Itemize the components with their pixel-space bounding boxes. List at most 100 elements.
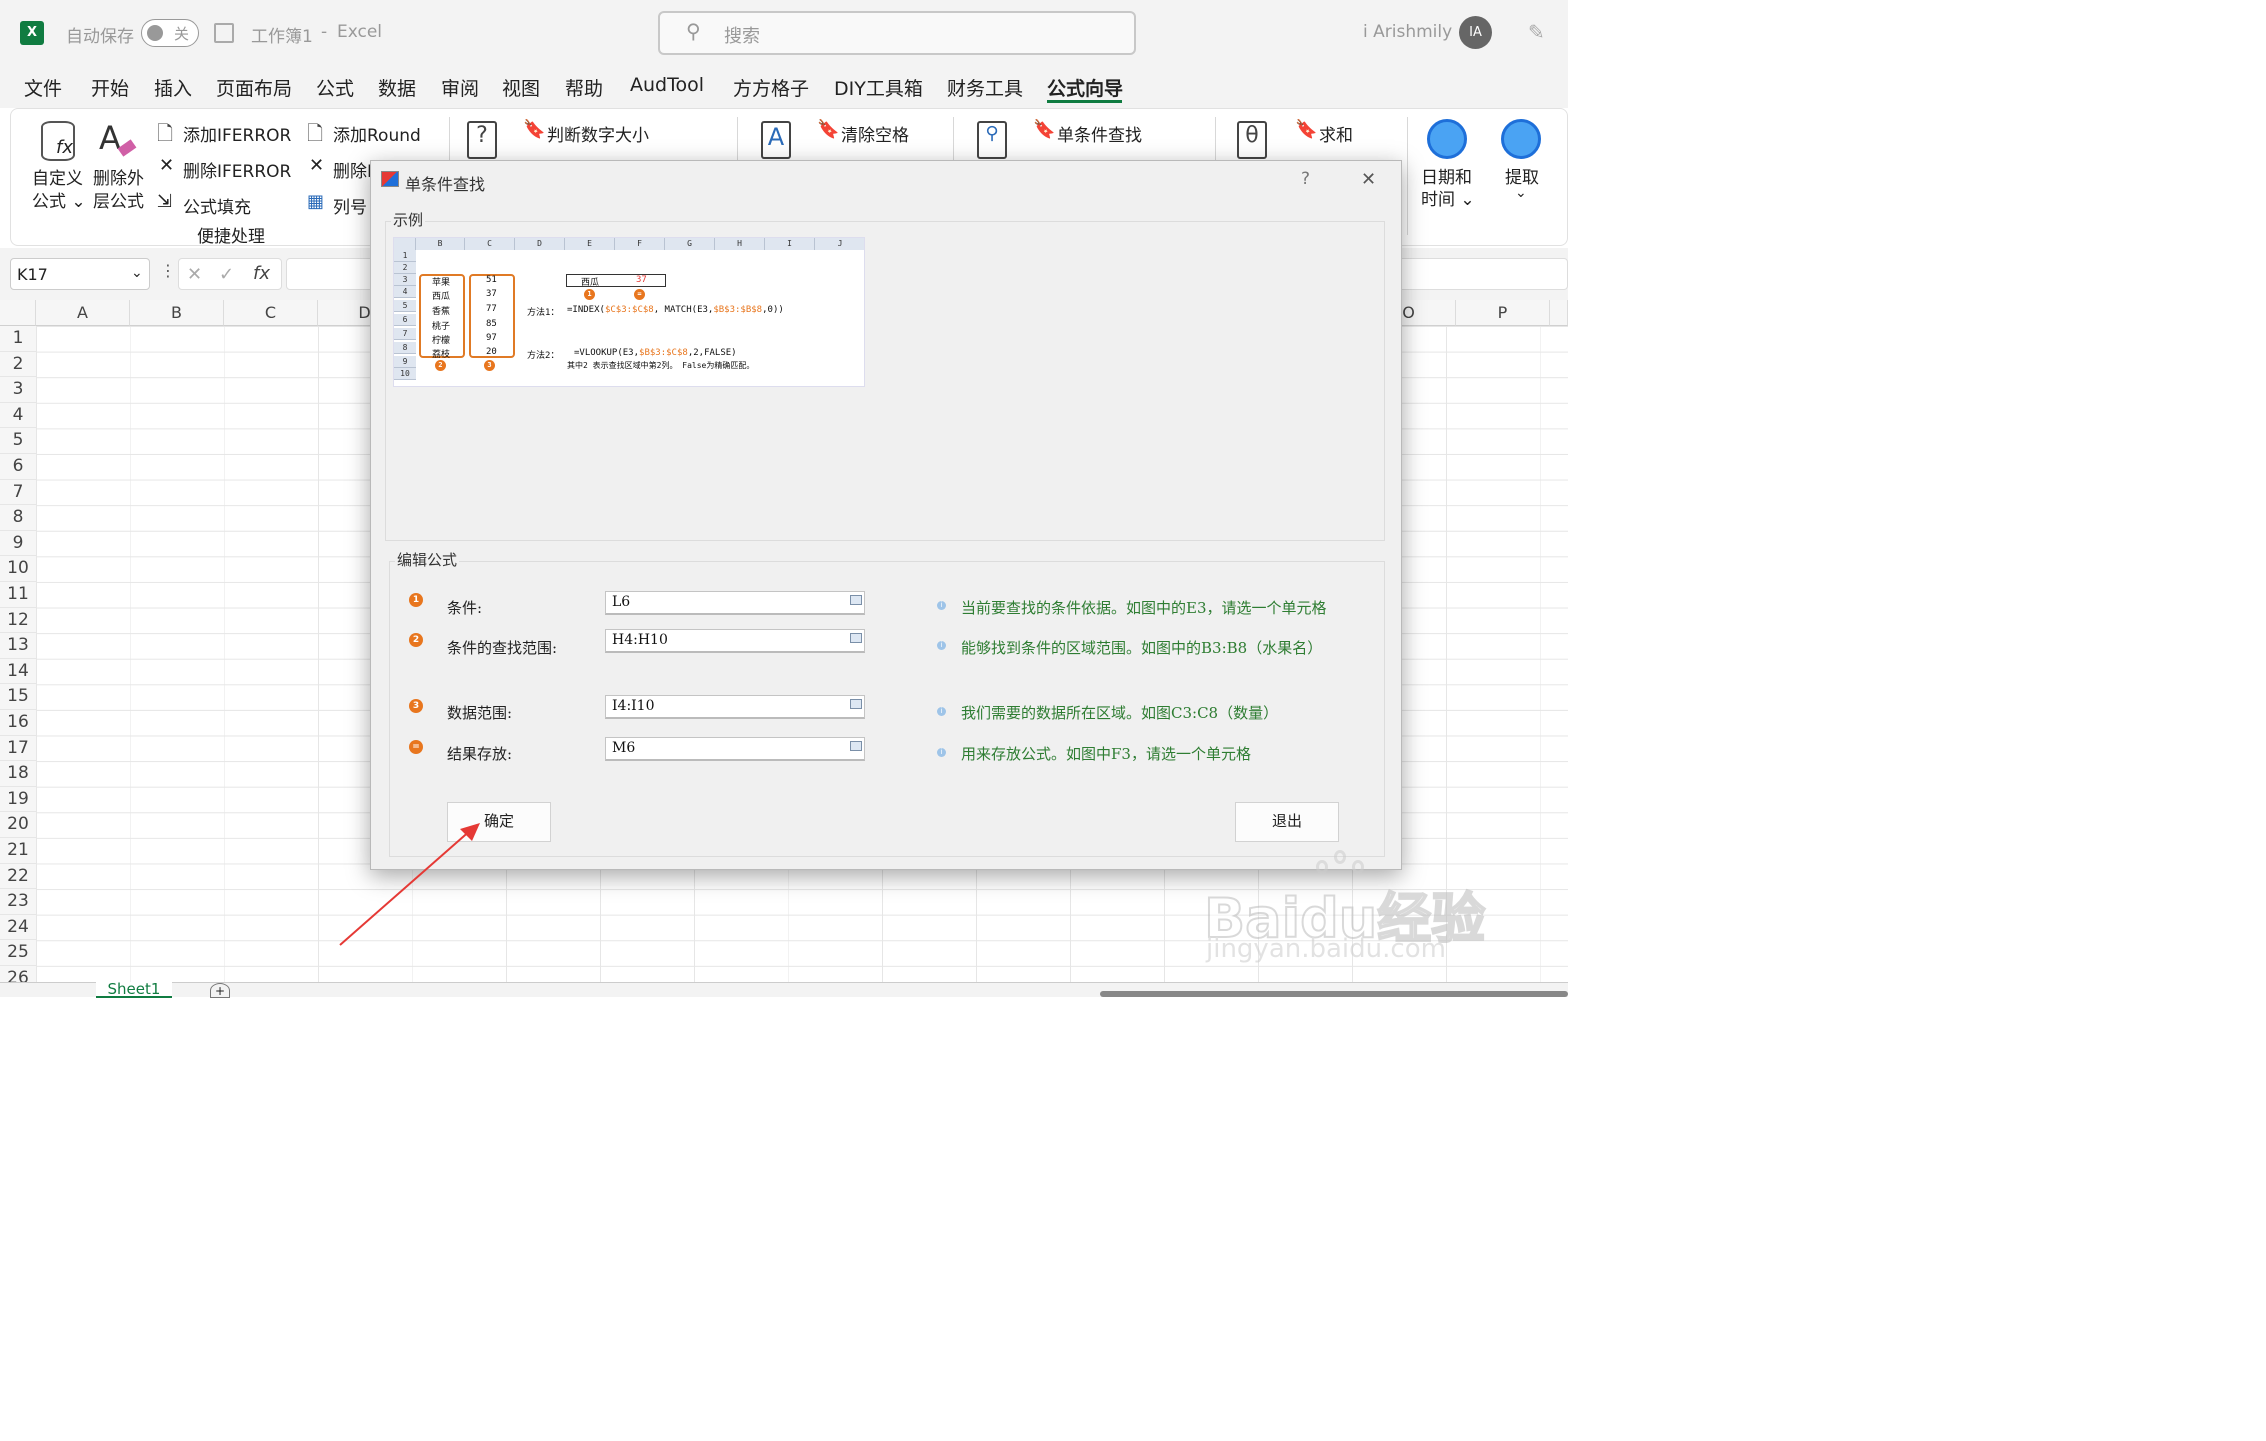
tab-page-layout[interactable]: 页面布局 (216, 74, 292, 101)
row-header[interactable]: 24 (0, 914, 36, 941)
theta-book-icon[interactable]: θ (1237, 121, 1267, 159)
remove-outer-formula-button[interactable]: A 删除外 层公式 (91, 119, 147, 212)
date-time-label-2: 时间 ⌄ (1421, 190, 1475, 210)
question-book-icon[interactable]: ? (467, 121, 497, 159)
example-col-header: I (765, 238, 815, 250)
example-col-header: C (465, 238, 515, 250)
row-header[interactable]: 17 (0, 735, 36, 762)
text-a-book-icon[interactable]: A (761, 121, 791, 159)
tab-view[interactable]: 视图 (502, 74, 540, 101)
column-header[interactable]: P (1456, 300, 1550, 326)
row-header[interactable]: 25 (0, 940, 36, 966)
row-header[interactable]: 3 (0, 377, 36, 403)
row-header[interactable]: 13 (0, 633, 36, 659)
column-header[interactable]: B (130, 300, 224, 326)
field-number-badge: 1 (409, 593, 423, 607)
avatar[interactable]: IA (1459, 16, 1492, 49)
row-header[interactable]: 19 (0, 786, 36, 813)
extract-button[interactable]: 提取 ⌄ (1497, 117, 1553, 217)
insert-function-icon[interactable]: fx (253, 263, 270, 284)
row-header[interactable]: 16 (0, 710, 36, 736)
example-corner (394, 238, 416, 250)
autosave-toggle[interactable]: 关 (141, 19, 199, 47)
range-picker-icon[interactable] (850, 595, 862, 605)
row-header[interactable]: 1 (0, 326, 36, 352)
lookup-range-input[interactable]: H4:H10 (605, 629, 865, 653)
enter-icon[interactable]: ✓ (219, 264, 234, 285)
delete-iferror-button[interactable]: 删除IFERROR (183, 157, 291, 182)
row-header[interactable]: 15 (0, 684, 36, 710)
tab-fangfang[interactable]: 方方格子 (733, 74, 809, 101)
row-header[interactable]: 10 (0, 556, 36, 582)
add-sheet-button[interactable]: + (210, 983, 230, 998)
data-range-input[interactable]: I4:I10 (605, 695, 865, 719)
single-condition-lookup-button[interactable]: 单条件查找 (1057, 121, 1142, 146)
add-iferror-button[interactable]: 添加IFERROR (183, 121, 291, 146)
help-icon[interactable]: ? (1301, 169, 1310, 189)
row-header[interactable]: 2 (0, 351, 36, 378)
column-header[interactable]: A (36, 300, 130, 326)
row-header[interactable]: 23 (0, 889, 36, 915)
row-header[interactable]: 26 (0, 966, 36, 982)
save-icon[interactable] (214, 23, 234, 43)
example-qty-range-outline (469, 274, 515, 358)
date-time-button[interactable]: 日期和 时间 ⌄ (1417, 117, 1481, 217)
row-header[interactable]: 20 (0, 812, 36, 838)
tab-finance[interactable]: 财务工具 (947, 74, 1023, 101)
horizontal-scrollbar[interactable] (1100, 991, 1568, 997)
row-header[interactable]: 4 (0, 402, 36, 429)
more-dots-icon[interactable]: ⋮ (160, 261, 176, 280)
range-picker-icon[interactable] (850, 633, 862, 643)
field-number-badge: = (409, 740, 423, 754)
tab-insert[interactable]: 插入 (154, 74, 192, 101)
tab-formulas[interactable]: 公式 (316, 74, 354, 101)
row-header[interactable]: 6 (0, 454, 36, 480)
row-header[interactable]: 14 (0, 658, 36, 685)
range-picker-icon[interactable] (850, 741, 862, 751)
tab-data[interactable]: 数据 (378, 74, 416, 101)
sum-button[interactable]: 求和 (1319, 121, 1353, 146)
close-icon[interactable]: ✕ (1361, 169, 1376, 190)
single-condition-lookup-dialog: 单条件查找 ? ✕ 示例 B C D E F G H I J 1 2 3 4 5… (370, 160, 1402, 870)
column-header[interactable]: C (224, 300, 318, 326)
example-col-header: E (565, 238, 615, 250)
example-col-header: H (715, 238, 765, 250)
row-header[interactable]: 11 (0, 582, 36, 608)
custom-formula-button[interactable]: fx 自定义 公式 ⌄ (31, 119, 87, 212)
row-header[interactable]: 22 (0, 863, 36, 890)
example-fruit: 荔枝 (432, 350, 451, 360)
search-box[interactable]: ⚲ 搜索 (658, 11, 1136, 55)
example-fruit: 苹果 (432, 278, 451, 288)
formula-fill-button[interactable]: 公式填充 (183, 193, 251, 218)
sheet-tab[interactable]: Sheet1 (96, 982, 172, 998)
tab-help[interactable]: 帮助 (565, 74, 603, 101)
row-header[interactable]: 5 (0, 428, 36, 454)
row-header[interactable]: 9 (0, 530, 36, 557)
cancel-icon[interactable]: ✕ (187, 264, 202, 285)
judge-number-size-button[interactable]: 判断数字大小 (547, 121, 649, 146)
tab-diy[interactable]: DIY工具箱 (834, 74, 923, 101)
tab-review[interactable]: 审阅 (441, 74, 479, 101)
result-store-input[interactable]: M6 (605, 737, 865, 761)
tab-formula-wizard[interactable]: 公式向导 (1047, 74, 1123, 101)
tab-file[interactable]: 文件 (24, 74, 62, 101)
add-round-button[interactable]: 添加Round (333, 121, 421, 146)
tab-audtool[interactable]: AudTool (630, 74, 704, 96)
pen-icon[interactable]: ✎ (1528, 20, 1545, 44)
range-picker-icon[interactable] (850, 699, 862, 709)
row-header[interactable]: 8 (0, 505, 36, 531)
exit-button[interactable]: 退出 (1235, 802, 1339, 842)
row-header[interactable]: 21 (0, 838, 36, 864)
clear-space-button[interactable]: 清除空格 (841, 121, 909, 146)
name-box[interactable]: K17 ⌄ (10, 258, 150, 290)
column-number-button[interactable]: 列号 (333, 193, 367, 218)
condition-input[interactable]: L6 (605, 591, 865, 615)
corner-select-all[interactable] (0, 300, 36, 326)
field-number-badge: 2 (409, 633, 423, 647)
row-header[interactable]: 7 (0, 479, 36, 506)
row-header[interactable]: 18 (0, 761, 36, 787)
result-store-label: 结果存放: (447, 745, 513, 763)
lookup-book-icon[interactable]: ⚲ (977, 121, 1007, 159)
tab-home[interactable]: 开始 (91, 74, 129, 101)
row-header[interactable]: 12 (0, 607, 36, 634)
